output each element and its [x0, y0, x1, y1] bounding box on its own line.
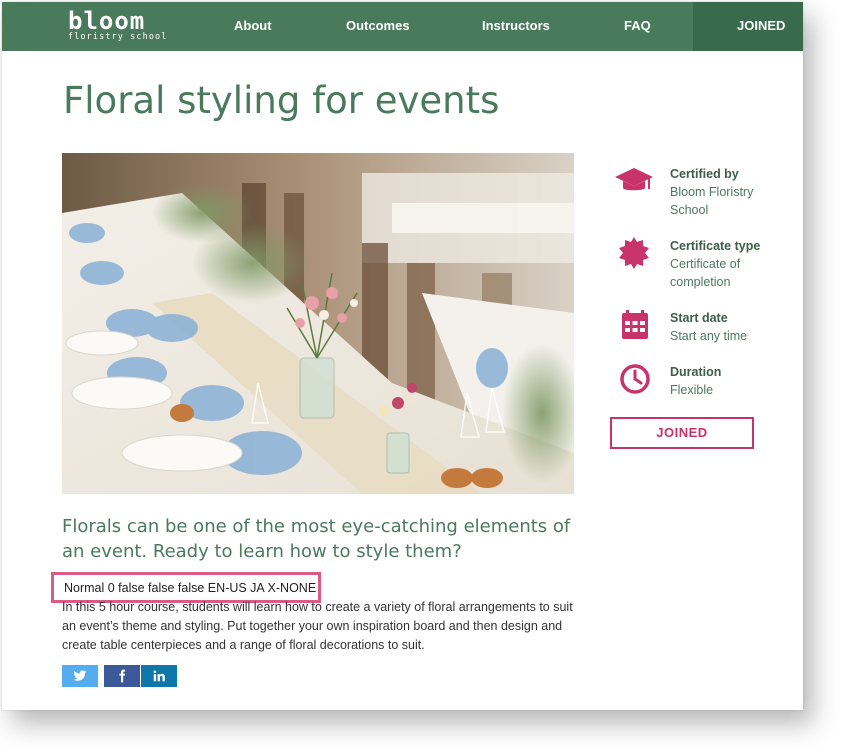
info-value: Flexible: [670, 383, 714, 397]
logo-tagline: floristry school: [68, 32, 168, 42]
clock-icon: [620, 364, 650, 394]
top-nav: bloom floristry school About Outcomes In…: [2, 2, 803, 51]
course-hero-image: [62, 153, 574, 494]
logo-wordmark: bloom: [68, 7, 146, 35]
page-title: Floral styling for events: [63, 79, 500, 122]
twitter-icon: [73, 670, 87, 681]
share-twitter-button[interactable]: [62, 665, 98, 687]
share-linkedin-button[interactable]: [141, 665, 177, 687]
bloom-logo[interactable]: bloom floristry school: [68, 9, 167, 42]
nav-link-faq[interactable]: FAQ: [624, 18, 651, 34]
course-description: In this 5 hour course, students will lea…: [62, 600, 573, 652]
share-facebook-button[interactable]: [104, 665, 140, 687]
stray-text: Normal 0 false false false EN-US JA X-NO…: [64, 581, 317, 595]
info-title: Duration: [670, 365, 722, 379]
info-value: Bloom Floristry School: [670, 185, 754, 217]
certificate-seal-icon: [619, 237, 649, 269]
linkedin-icon: [153, 670, 165, 682]
facebook-icon: [119, 669, 126, 683]
info-value: Start any time: [670, 329, 748, 343]
browser-window: bloom floristry school About Outcomes In…: [2, 2, 803, 710]
info-title: Start date: [670, 311, 728, 325]
nav-link-outcomes[interactable]: Outcomes: [346, 18, 410, 34]
nav-link-about[interactable]: About: [234, 18, 272, 34]
info-title: Certificate type: [670, 239, 761, 253]
graduation-cap-icon: [615, 168, 653, 191]
nav-joined-label: JOINED: [737, 18, 786, 33]
info-value: Certificate of completion: [670, 257, 741, 289]
nav-link-instructors[interactable]: Instructors: [482, 18, 550, 34]
course-lead-text: Florals can be one of the most eye-catch…: [62, 516, 571, 562]
calendar-icon: [622, 310, 648, 339]
info-title: Certified by: [670, 167, 739, 181]
nav-joined-button[interactable]: JOINED: [671, 2, 803, 51]
joined-button[interactable]: JOINED: [610, 417, 754, 449]
